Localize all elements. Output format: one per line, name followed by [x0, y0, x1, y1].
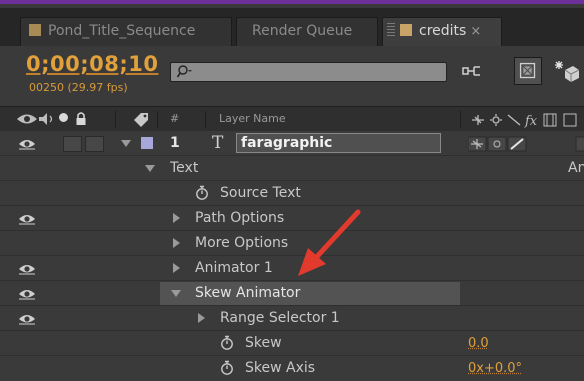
collapse-triangle-icon[interactable] — [173, 263, 180, 273]
layer-switches[interactable] — [468, 135, 584, 153]
label-tag-icon — [134, 113, 148, 127]
property-label: Text — [170, 160, 199, 176]
animate-menu-label[interactable]: An — [568, 160, 584, 176]
collapse-triangle-icon[interactable] — [173, 238, 180, 248]
lock-switch[interactable] — [85, 136, 104, 152]
flowchart-icon[interactable] — [460, 58, 486, 84]
expand-triangle-icon[interactable] — [171, 290, 181, 297]
layer-row[interactable]: 1 T faragraphic — [0, 131, 584, 156]
property-group-skew-animator[interactable]: Skew Animator — [0, 281, 584, 306]
visibility-eye-icon[interactable] — [18, 286, 36, 300]
frame-count: 00250 (29.97 fps) — [29, 81, 128, 94]
property-group-text[interactable]: Text An — [0, 156, 584, 181]
property-label: More Options — [195, 235, 289, 251]
svg-text:fx: fx — [524, 114, 538, 128]
tab-credits[interactable]: credits × — [382, 17, 502, 46]
column-layer-name-label: Layer Name — [219, 112, 286, 125]
composition-icon — [29, 24, 41, 36]
tab-label: credits — [419, 23, 467, 39]
text-layer-type-icon: T — [212, 133, 224, 153]
property-skew[interactable]: Skew 0.0 — [0, 331, 584, 356]
expand-triangle-icon[interactable] — [121, 140, 131, 147]
tab-label: Render Queue — [252, 23, 353, 39]
tab-render-queue[interactable]: Render Queue — [236, 17, 378, 46]
composition-icon — [400, 24, 412, 36]
search-input[interactable] — [195, 64, 435, 80]
search-icon[interactable] — [176, 64, 192, 80]
tab-label: Pond_Title_Sequence — [48, 23, 196, 39]
property-label: Path Options — [195, 210, 285, 226]
switches-header-icons: fx — [472, 113, 577, 128]
property-group-range-selector[interactable]: Range Selector 1 — [0, 306, 584, 331]
layer-number: 1 — [170, 135, 180, 151]
property-label: Range Selector 1 — [220, 310, 340, 326]
expand-triangle-icon[interactable] — [145, 165, 155, 172]
property-label: Skew Axis — [245, 360, 316, 376]
stopwatch-icon[interactable] — [220, 335, 234, 351]
lock-icon — [76, 112, 86, 125]
search-field[interactable] — [170, 62, 447, 82]
skew-axis-value[interactable]: 0x+0.0° — [468, 361, 522, 376]
property-label: Source Text — [220, 185, 301, 201]
visibility-eye-icon[interactable] — [18, 261, 36, 275]
visibility-eye-icon[interactable] — [18, 311, 36, 325]
solo-icon — [59, 113, 68, 122]
stopwatch-icon[interactable] — [220, 360, 234, 376]
skew-value[interactable]: 0.0 — [468, 336, 489, 351]
property-label: Skew — [245, 335, 282, 351]
video-eye-icon — [17, 114, 37, 124]
close-icon[interactable]: × — [470, 24, 481, 39]
tab-bar: Pond_Title_Sequence Render Queue credits… — [0, 8, 584, 46]
drag-grip-icon[interactable] — [387, 23, 395, 37]
property-label: Skew Animator — [195, 285, 301, 301]
current-time-display[interactable]: 0;00;08;10 — [26, 52, 158, 76]
audio-speaker-icon — [39, 113, 53, 125]
draft-3d-icon[interactable] — [514, 57, 542, 85]
stopwatch-icon[interactable] — [195, 185, 209, 201]
property-skew-axis[interactable]: Skew Axis 0x+0.0° — [0, 356, 584, 381]
layer-name-field[interactable]: faragraphic — [236, 133, 441, 153]
label-color-swatch[interactable] — [141, 137, 153, 149]
visibility-eye-icon[interactable] — [18, 211, 36, 225]
tab-pond-title-sequence[interactable]: Pond_Title_Sequence — [20, 17, 232, 46]
column-number-label: # — [170, 112, 180, 125]
composition-controls: 0;00;08;10 00250 (29.97 fps) — [0, 46, 584, 102]
annotation-arrow — [298, 209, 361, 276]
motion-blur-icon[interactable] — [553, 58, 579, 84]
solo-switch[interactable] — [63, 136, 82, 152]
property-source-text[interactable]: Source Text — [0, 181, 584, 206]
collapse-triangle-icon[interactable] — [198, 313, 205, 323]
collapse-triangle-icon[interactable] — [173, 213, 180, 223]
visibility-eye-icon[interactable] — [18, 136, 36, 150]
layer-column-header: # Layer Name fx — [0, 106, 584, 133]
property-label: Animator 1 — [195, 260, 273, 276]
app-window: Pond_Title_Sequence Render Queue credits… — [0, 0, 584, 380]
